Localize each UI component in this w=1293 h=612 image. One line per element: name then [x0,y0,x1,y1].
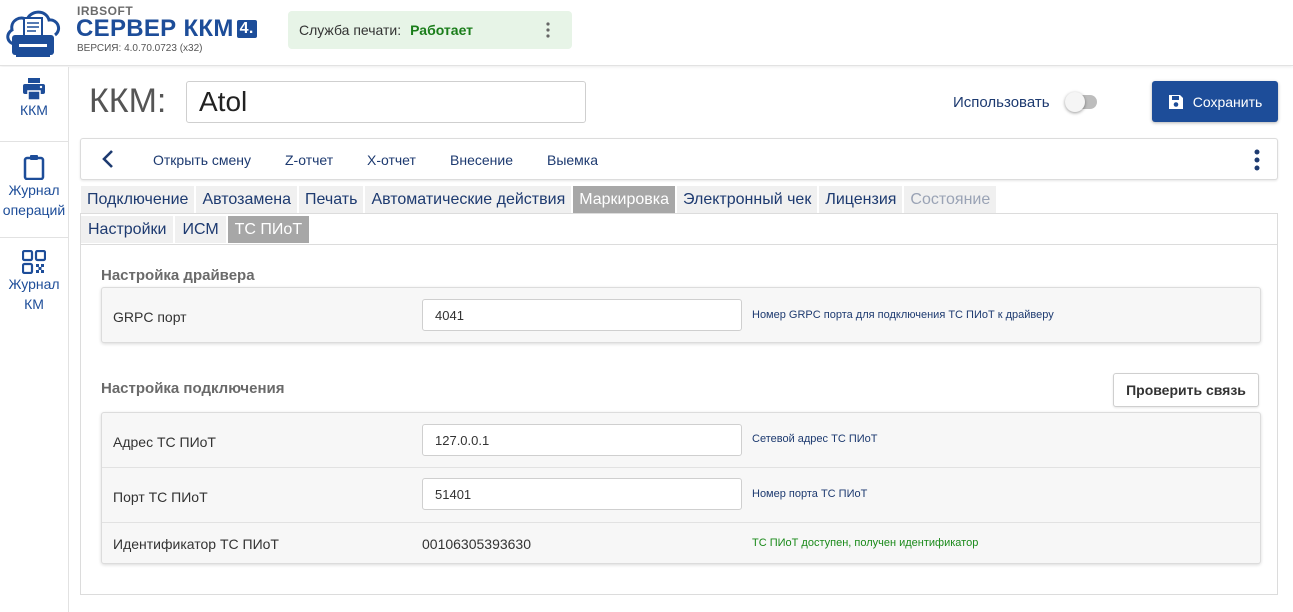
piot-id-label: Идентификатор ТС ПИоТ [113,536,279,552]
brand-title: СЕРВЕР ККМ 4. [76,16,257,42]
x-report-button[interactable]: X-отчет [367,152,416,168]
toggle-knob [1065,92,1085,112]
open-shift-button[interactable]: Открыть смену [153,152,251,168]
piot-port-label: Порт ТС ПИоТ [113,489,208,505]
use-toggle-label: Использовать [953,94,1050,111]
floppy-disk-icon [1168,94,1183,109]
sidebar: ККМ Журнал операций Журнал КМ [0,67,69,612]
actions-toolbar: Открыть смену Z-отчет X-отчет Внесение В… [80,138,1278,180]
piot-address-hint: Сетевой адрес ТС ПИоТ [752,433,878,445]
more-vertical-icon[interactable] [1251,148,1263,172]
piot-port-input[interactable] [422,478,742,510]
subtab-settings[interactable]: Настройки [81,216,174,243]
tab-connection[interactable]: Подключение [81,186,195,213]
print-service-label: Служба печати: [299,22,402,38]
tab-auto-actions[interactable]: Автоматические действия [365,186,572,213]
piot-address-row: Адрес ТС ПИоТ Сетевой адрес ТС ПИоТ [102,413,1260,468]
tab-print[interactable]: Печать [299,186,364,213]
tab-marking[interactable]: Маркировка [573,186,676,213]
sidebar-item-label: Журнал КМ [8,276,60,312]
subtab-ism[interactable]: ИСМ [175,216,226,243]
check-connection-button[interactable]: Проверить связь [1113,373,1259,407]
sub-tabs: Настройки ИСМ ТС ПИоТ [81,216,311,243]
sidebar-item-label: ККМ [20,102,48,118]
save-button[interactable]: Сохранить [1152,81,1278,122]
print-service-menu-icon[interactable] [538,20,558,40]
connection-section-title: Настройка подключения [101,380,285,397]
qr-code-icon [22,250,46,274]
tab-autoreplace[interactable]: Автозамена [196,186,298,213]
kkm-name-input[interactable] [186,81,586,123]
grpc-port-input[interactable] [422,299,742,331]
sidebar-item-kkm[interactable]: ККМ [0,67,68,142]
save-button-label: Сохранить [1192,93,1263,110]
cloud-printer-logo-icon [6,10,61,57]
brand-version-badge: 4. [236,20,257,38]
page-title: ККМ: [89,82,167,120]
piot-address-input[interactable] [422,424,742,456]
piot-address-label: Адрес ТС ПИоТ [113,434,216,450]
print-service-status: Служба печати: Работает [288,11,572,49]
print-service-state: Работает [410,22,474,38]
grpc-port-row: GRPC порт Номер GRPC порта для подключен… [102,288,1260,343]
clipboard-icon [23,155,45,180]
printer-icon [23,78,45,100]
piot-port-hint: Номер порта ТС ПИоТ [752,488,868,500]
z-report-button[interactable]: Z-отчет [285,152,333,168]
app-version: ВЕРСИЯ: 4.0.70.0723 (x32) [77,43,203,54]
driver-section-title: Настройка драйвера [101,267,255,284]
sidebar-item-operations-log[interactable]: Журнал операций [0,142,68,238]
piot-id-value: 00106305393630 [422,536,532,552]
tab-state: Состояние [904,186,997,213]
grpc-port-hint: Номер GRPC порта для подключения ТС ПИоТ… [752,309,1054,321]
subtab-ts-piot[interactable]: ТС ПИоТ [227,216,310,243]
use-toggle[interactable] [1065,92,1097,112]
tab-license[interactable]: Лицензия [819,186,903,213]
main-tabs: Подключение Автозамена Печать Автоматиче… [81,186,998,213]
sidebar-item-label: Журнал операций [2,182,66,218]
driver-settings-card: GRPC порт Номер GRPC порта для подключен… [101,287,1261,343]
piot-id-row: Идентификатор ТС ПИоТ 00106305393630 ТС … [102,523,1260,563]
grpc-port-label: GRPC порт [113,309,187,325]
back-arrow-icon[interactable] [99,149,117,169]
tab-electronic-receipt[interactable]: Электронный чек [677,186,818,213]
cash-in-button[interactable]: Внесение [450,152,513,168]
piot-port-row: Порт ТС ПИоТ Номер порта ТС ПИоТ [102,468,1260,523]
connection-settings-card: Адрес ТС ПИоТ Сетевой адрес ТС ПИоТ Порт… [101,412,1261,564]
piot-id-status: ТС ПИоТ доступен, получен идентификатор [752,537,979,549]
app-header: IRBSOFT СЕРВЕР ККМ 4. ВЕРСИЯ: 4.0.70.0723… [0,0,1293,66]
cash-out-button[interactable]: Выемка [547,152,598,168]
brand-title-text: СЕРВЕР ККМ [76,15,234,42]
sidebar-item-km-log[interactable]: Журнал КМ [0,238,68,334]
